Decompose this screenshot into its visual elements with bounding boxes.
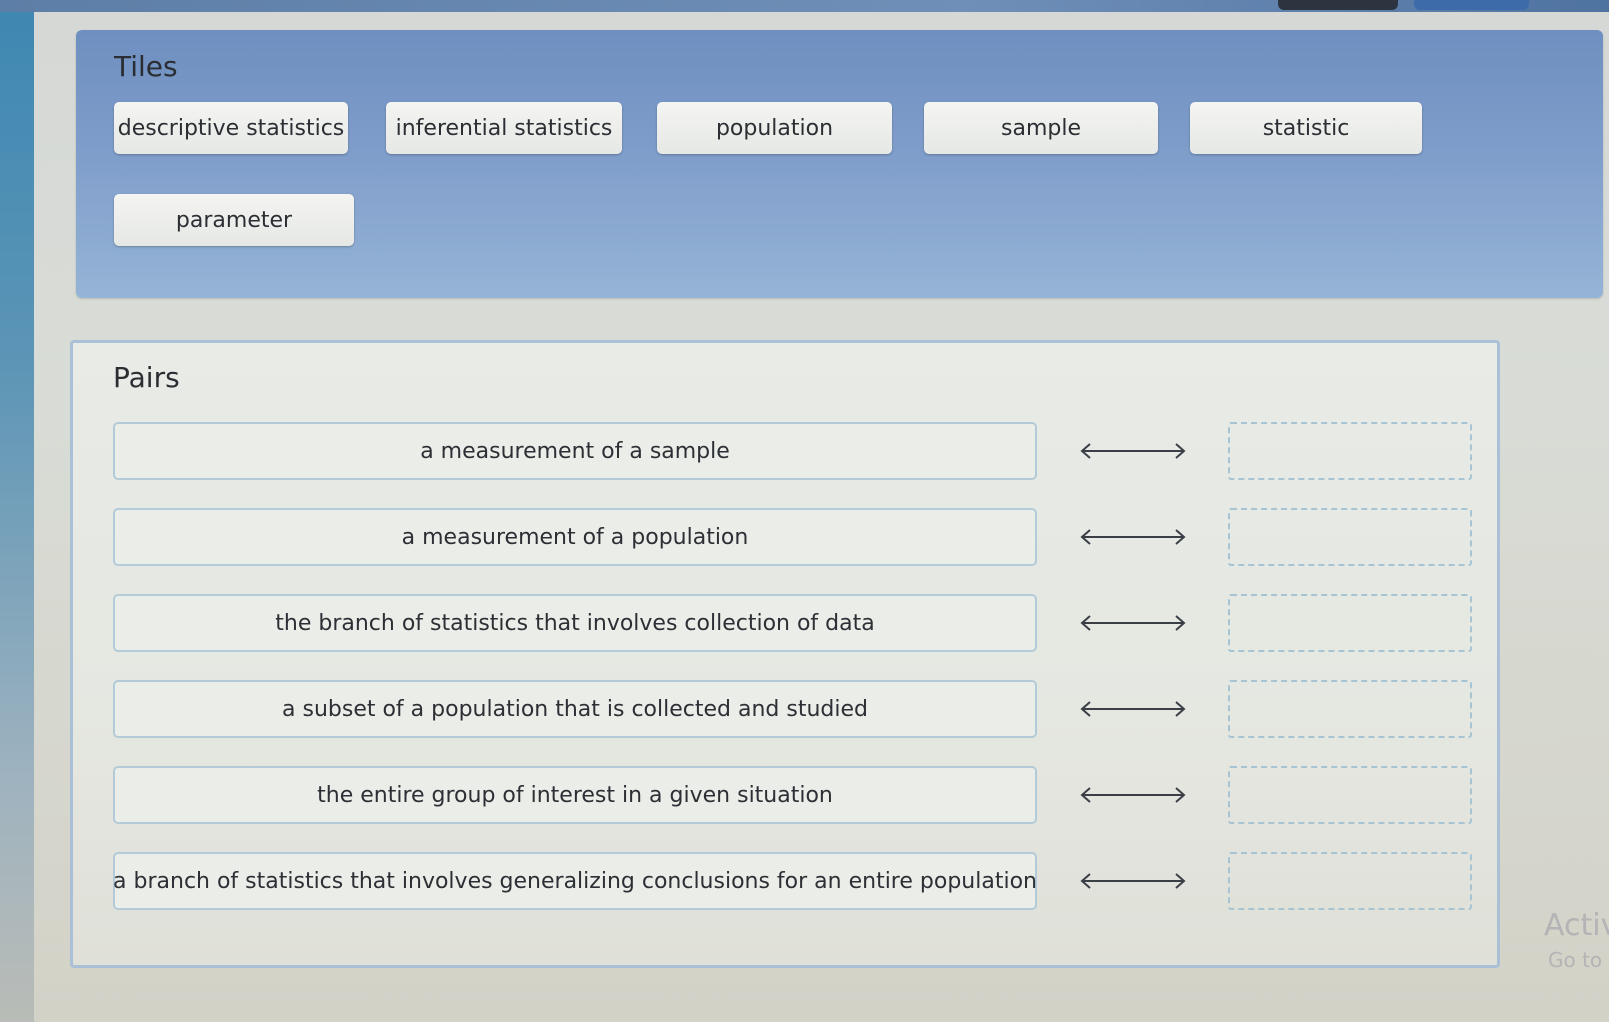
- tile-label: statistic: [1262, 115, 1350, 141]
- tile-descriptive-statistics[interactable]: descriptive statistics: [114, 102, 348, 154]
- drop-zone[interactable]: [1228, 852, 1472, 910]
- drop-zone[interactable]: [1228, 594, 1472, 652]
- double-arrow-icon: [1080, 443, 1186, 459]
- pair-row: a subset of a population that is collect…: [73, 680, 1503, 744]
- pair-row: the entire group of interest in a given …: [73, 766, 1503, 830]
- tile-parameter[interactable]: parameter: [114, 194, 354, 246]
- top-bar-tab: [1278, 0, 1398, 10]
- top-bar-tab: [1414, 0, 1529, 10]
- drop-zone[interactable]: [1228, 422, 1472, 480]
- activation-watermark: Activ: [1544, 908, 1609, 943]
- tile-sample[interactable]: sample: [924, 102, 1158, 154]
- tile-statistic[interactable]: statistic: [1190, 102, 1422, 154]
- pair-row: a measurement of a population: [73, 508, 1503, 572]
- activation-watermark-sub: Go to: [1548, 948, 1603, 972]
- double-arrow-icon: [1080, 873, 1186, 889]
- pair-row: a branch of statistics that involves gen…: [73, 852, 1503, 916]
- pair-definition: the entire group of interest in a given …: [113, 766, 1037, 824]
- tile-population[interactable]: population: [657, 102, 892, 154]
- double-arrow-icon: [1080, 529, 1186, 545]
- pairs-panel: Pairs a measurement of a sample a measur…: [70, 340, 1500, 968]
- drop-zone[interactable]: [1228, 508, 1472, 566]
- double-arrow-icon: [1080, 787, 1186, 803]
- pair-definition: a branch of statistics that involves gen…: [113, 852, 1037, 910]
- tiles-panel: Tiles descriptive statistics inferential…: [76, 30, 1603, 298]
- double-arrow-icon: [1080, 615, 1186, 631]
- tiles-heading: Tiles: [114, 50, 178, 83]
- tile-label: inferential statistics: [395, 115, 613, 141]
- pair-definition: the branch of statistics that involves c…: [113, 594, 1037, 652]
- pair-definition: a subset of a population that is collect…: [113, 680, 1037, 738]
- drop-zone[interactable]: [1228, 680, 1472, 738]
- pairs-heading: Pairs: [113, 361, 180, 394]
- tile-label: population: [715, 115, 834, 141]
- pair-definition: a measurement of a sample: [113, 422, 1037, 480]
- drop-zone[interactable]: [1228, 766, 1472, 824]
- tile-label: descriptive statistics: [117, 115, 345, 141]
- tile-label: sample: [1001, 115, 1081, 141]
- pair-definition: a measurement of a population: [113, 508, 1037, 566]
- pair-row: a measurement of a sample: [73, 422, 1503, 486]
- tile-label: parameter: [175, 207, 293, 233]
- pair-row: the branch of statistics that involves c…: [73, 594, 1503, 658]
- double-arrow-icon: [1080, 701, 1186, 717]
- tile-inferential-statistics[interactable]: inferential statistics: [386, 102, 622, 154]
- left-edge-strip: [0, 12, 34, 1022]
